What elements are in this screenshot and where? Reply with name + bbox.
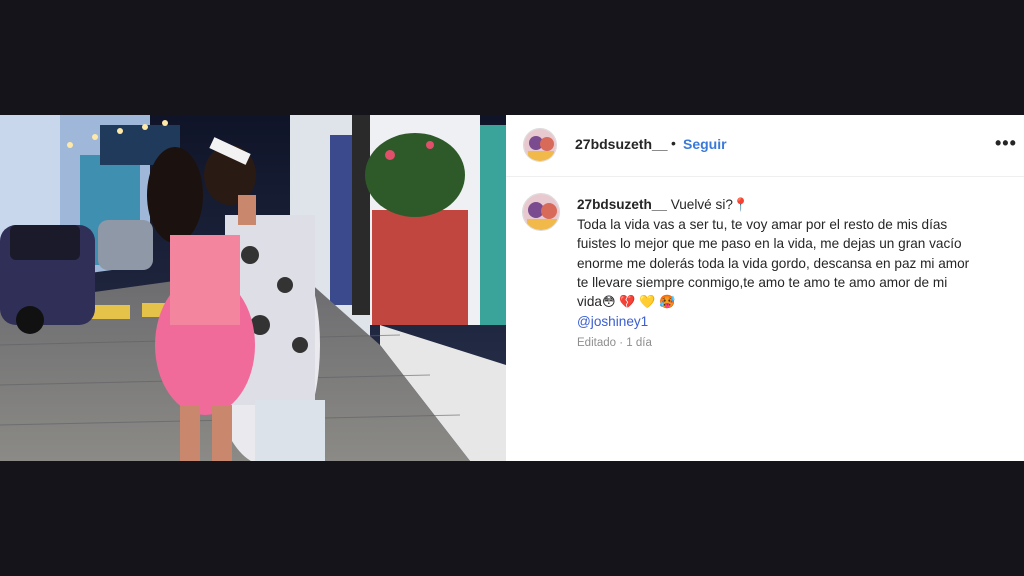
meta-separator: · [619,337,624,349]
caption-avatar[interactable] [522,193,560,231]
edited-label: Editado [577,337,617,349]
post-meta: Editado · 1 día [577,337,652,349]
avatar-image [524,129,556,161]
caption-line: @joshiney1 [577,312,1007,331]
caption-line: 27bdsuzeth__ Vuelvé si?📍 [577,195,1007,215]
header-username[interactable]: 27bdsuzeth__ [575,136,668,152]
caption-text: vida [577,294,602,310]
pin-icon: 📍 [732,198,750,213]
post-panel: 27bdsuzeth__ • Seguir ••• 27bdsuzeth__ V… [506,115,1024,461]
more-horizontal-icon[interactable]: ••• [995,133,1017,154]
header-separator: • [671,135,676,151]
caption-line: enorme me dolerás toda la vida gordo, de… [577,255,970,271]
caption-line: vida😳 💔 💛 🥵 [577,292,1007,312]
caption-line: te llevare siempre conmigo,te amo te amo… [577,274,948,290]
caption-line: fuistes lo mejor que me paso en la vida,… [577,236,962,252]
avatar[interactable] [523,128,557,162]
hot-face-icon: 🥵 [659,295,676,311]
flushed-face-icon: 😳 [601,295,616,311]
caption-text: Vuelvé si? [670,197,733,212]
post-caption: 27bdsuzeth__ Vuelvé si?📍 Toda la vida va… [577,195,1007,331]
caption-username[interactable]: 27bdsuzeth__ [577,197,667,212]
post-header: 27bdsuzeth__ • Seguir ••• [506,115,1024,177]
yellow-heart-icon: 💛 [639,295,656,311]
post-photo[interactable]: › [0,115,506,461]
avatar-image [523,194,559,230]
mention-link[interactable]: @joshiney1 [577,314,648,329]
timestamp[interactable]: 1 día [626,337,652,349]
caption-line: Toda la vida vas a ser tu, te voy amar p… [577,217,948,233]
follow-button[interactable]: Seguir [683,136,727,152]
broken-heart-icon: 💔 [619,295,636,311]
photo-scene [0,115,506,461]
